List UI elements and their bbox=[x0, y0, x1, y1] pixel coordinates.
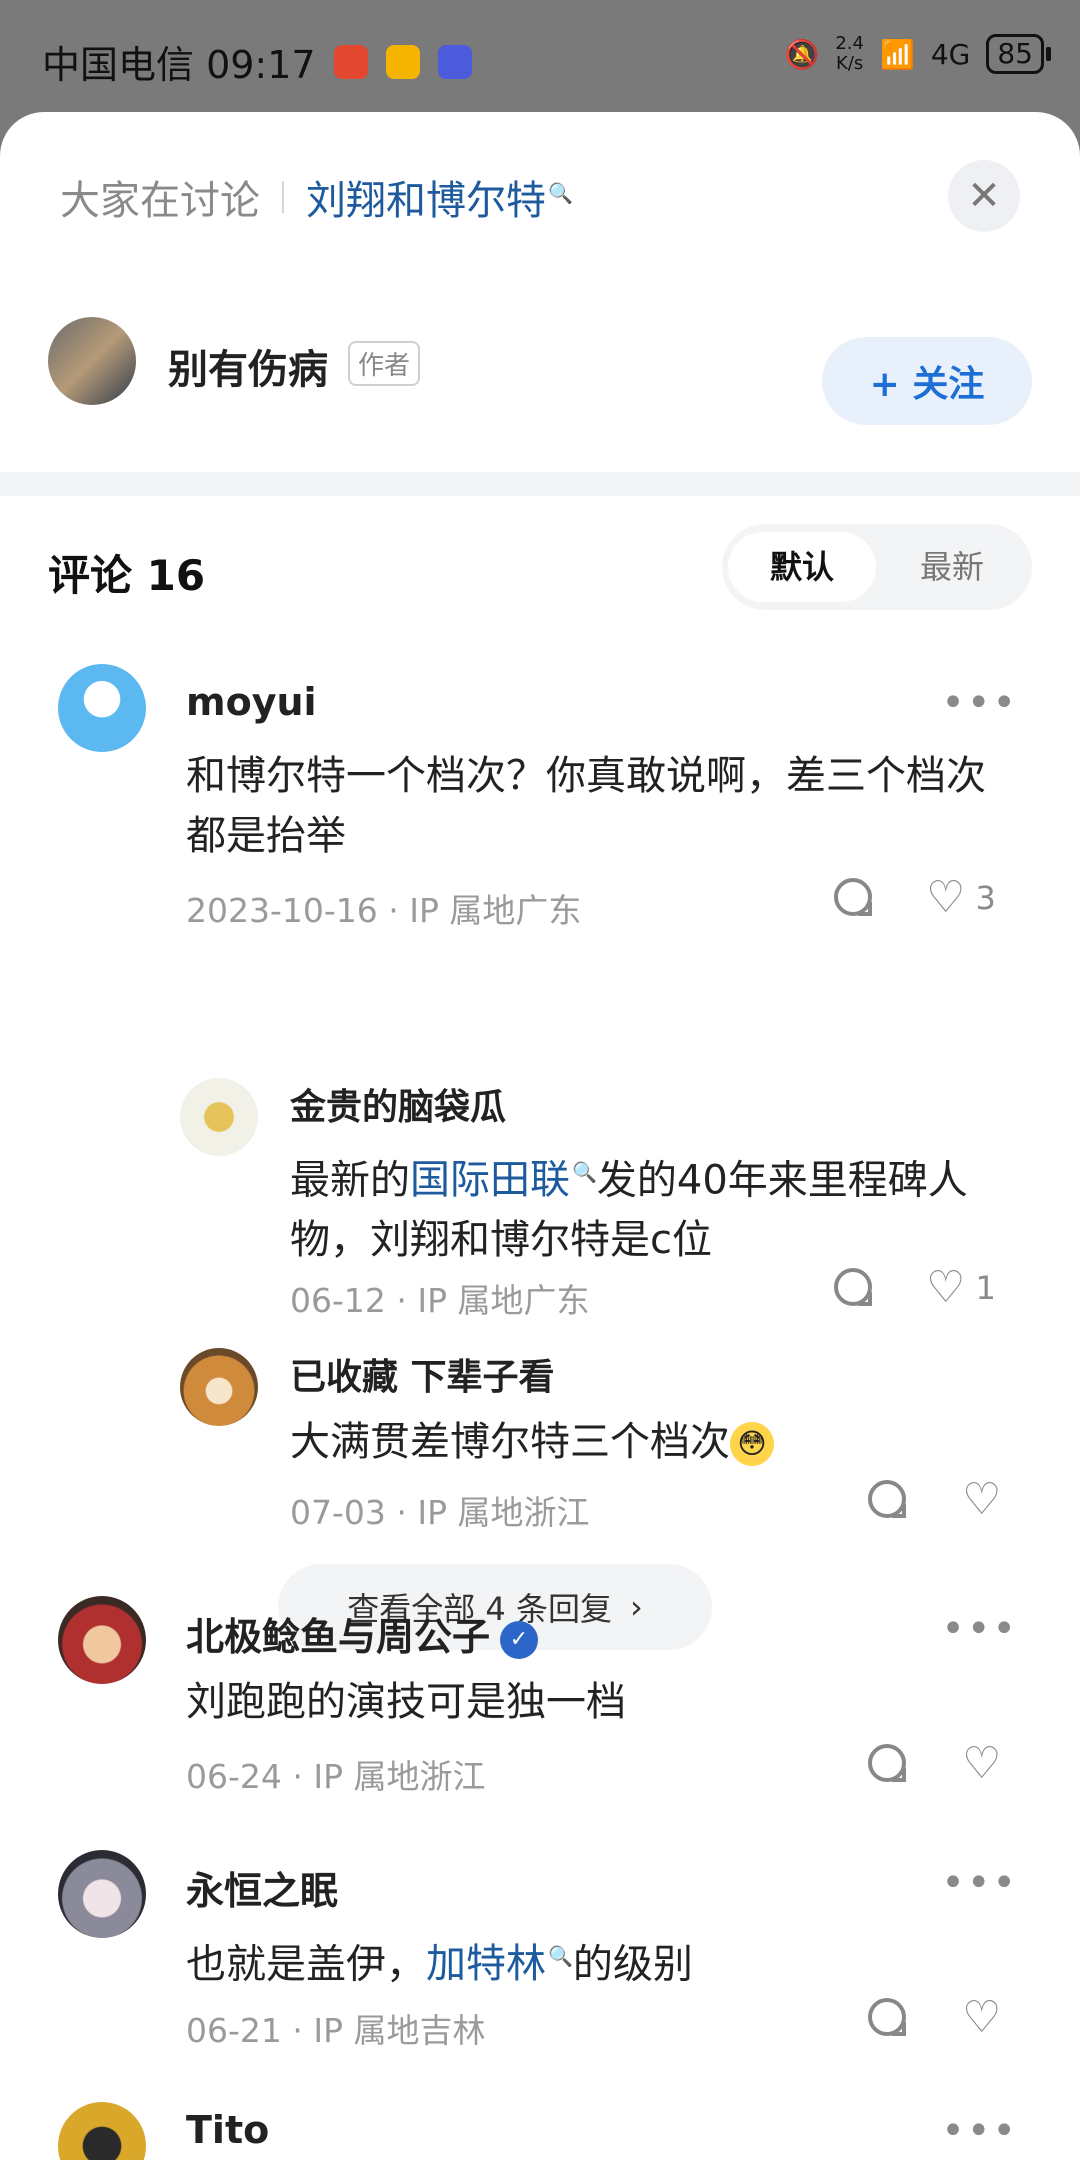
comments-count: 评论 16 bbox=[48, 551, 206, 600]
comment-bubble-icon bbox=[868, 1998, 906, 2036]
comments-sheet: 大家在讨论 刘翔和博尔特 🔍 ✕ 别有伤病 作者 + 关注 评论 16 默认 最新… bbox=[0, 112, 1080, 2160]
sort-latest-tab[interactable]: 最新 bbox=[878, 532, 1026, 602]
commenter-name[interactable]: 北极鲶鱼与周公子 ✓ bbox=[186, 1606, 539, 1661]
topic-link[interactable]: 加特林 🔍 bbox=[426, 1941, 573, 1987]
comment-text: 也就是盖伊，加特林 🔍的级别 bbox=[186, 1941, 693, 1988]
like-count: 3 bbox=[975, 879, 996, 917]
comment-text: 刘跑跑的演技可是独一档 bbox=[186, 1679, 626, 1725]
search-icon: 🔍 bbox=[548, 180, 573, 205]
author-avatar[interactable] bbox=[48, 317, 136, 405]
battery: 85 bbox=[986, 34, 1051, 74]
comment-text: 和博尔特一个档次？你真敢说啊，差三个档次都是抬举 bbox=[186, 753, 986, 859]
search-icon: 🔍 bbox=[548, 1944, 573, 1968]
reply-meta: 06-12 · IP 属地广东 bbox=[290, 1281, 590, 1320]
comment-meta: 2023-10-16 · IP 属地广东 bbox=[186, 891, 582, 930]
author-badge: 作者 bbox=[348, 341, 421, 386]
status-right: 🔕 2.4 K/s 📶 4G 85 bbox=[784, 33, 1051, 74]
reply-button[interactable] bbox=[868, 1744, 906, 1782]
notification-app-icon bbox=[333, 44, 368, 79]
like-button[interactable]: ♡ 1 bbox=[926, 1266, 996, 1310]
comment-meta: 06-24 · IP 属地浙江 bbox=[186, 1757, 486, 1796]
emoji-icon: 😳 bbox=[730, 1422, 774, 1466]
close-icon: ✕ bbox=[967, 173, 1001, 219]
replier-avatar[interactable] bbox=[180, 1078, 258, 1156]
sort-toggle: 默认 最新 bbox=[722, 524, 1032, 610]
reply-button[interactable] bbox=[834, 878, 872, 916]
like-button[interactable]: ♡ bbox=[962, 1996, 1001, 2040]
sort-default-tab[interactable]: 默认 bbox=[728, 532, 876, 602]
more-icon[interactable]: ••• bbox=[941, 1860, 1018, 1906]
comment-bubble-icon bbox=[834, 1268, 872, 1306]
topic-prefix: 大家在讨论 bbox=[60, 178, 260, 224]
search-icon: 🔍 bbox=[572, 1160, 597, 1184]
more-icon[interactable]: ••• bbox=[941, 680, 1018, 726]
topic-separator bbox=[282, 181, 284, 213]
replier-name[interactable]: 已收藏 下辈子看 bbox=[290, 1348, 555, 1400]
follow-button[interactable]: + 关注 bbox=[822, 337, 1032, 425]
commenter-name[interactable]: 永恒之眠 bbox=[186, 1860, 338, 1915]
status-left: 中国电信 09:17 bbox=[42, 34, 472, 89]
verified-icon: ✓ bbox=[500, 1620, 539, 1659]
commenter-avatar[interactable] bbox=[58, 1850, 146, 1938]
status-bar: 中国电信 09:17 🔕 2.4 K/s 📶 4G 85 bbox=[0, 0, 1080, 112]
like-button[interactable]: ♡ bbox=[962, 1742, 1001, 1786]
author-row: 别有伤病 作者 + 关注 bbox=[48, 317, 1032, 425]
comment-item: 北极鲶鱼与周公子 ✓ ••• 刘跑跑的演技可是独一档 06-24 · IP 属地浙… bbox=[0, 1596, 1080, 1796]
heart-icon: ♡ bbox=[962, 1474, 1002, 1525]
wifi-icon: 📶 bbox=[879, 37, 915, 71]
commenter-name[interactable]: moyui bbox=[186, 680, 317, 724]
close-button[interactable]: ✕ bbox=[948, 160, 1020, 232]
network-type: 4G bbox=[930, 37, 971, 71]
topic-link[interactable]: 刘翔和博尔特 🔍 bbox=[306, 168, 573, 226]
section-divider bbox=[0, 472, 1080, 496]
comment-bubble-icon bbox=[868, 1744, 906, 1782]
comment-bubble-icon bbox=[868, 1480, 906, 1518]
network-speed: 2.4 K/s bbox=[835, 33, 864, 74]
author-name[interactable]: 别有伤病 bbox=[168, 337, 328, 395]
weibo-icon bbox=[385, 44, 420, 79]
topic-link[interactable]: 国际田联 🔍 bbox=[410, 1157, 597, 1203]
replier-avatar[interactable] bbox=[180, 1348, 258, 1426]
reply-button[interactable] bbox=[868, 1998, 906, 2036]
reply-button[interactable] bbox=[834, 1268, 872, 1306]
reply-text: 大满贯差博尔特三个档次 😳 bbox=[290, 1412, 1010, 1472]
comment-meta: 06-21 · IP 属地吉林 bbox=[186, 2011, 486, 2050]
heart-icon: ♡ bbox=[962, 1992, 1002, 2043]
replier-name[interactable]: 金贵的脑袋瓜 bbox=[290, 1078, 506, 1130]
comment-item: 永恒之眠 ••• 也就是盖伊，加特林 🔍的级别 06-21 · IP 属地吉林 ♡ bbox=[0, 1850, 1080, 2050]
commenter-avatar[interactable] bbox=[58, 664, 146, 752]
carrier-time: 中国电信 09:17 bbox=[42, 43, 316, 87]
commenter-name[interactable]: Tito bbox=[186, 2108, 269, 2152]
like-button[interactable]: ♡ bbox=[962, 1478, 1001, 1522]
comment-bubble-icon bbox=[834, 878, 872, 916]
heart-icon: ♡ bbox=[926, 1262, 966, 1313]
comment-item: moyui ••• 和博尔特一个档次？你真敢说啊，差三个档次都是抬举 2023-… bbox=[0, 664, 1080, 1650]
like-button[interactable]: ♡ 3 bbox=[926, 876, 996, 920]
commenter-avatar[interactable] bbox=[58, 2102, 146, 2160]
reply-meta: 07-03 · IP 属地浙江 bbox=[290, 1493, 590, 1532]
mute-icon: 🔕 bbox=[784, 37, 820, 71]
heart-icon: ♡ bbox=[962, 1738, 1002, 1789]
reply-text: 最新的国际田联 🔍发的40年来里程碑人物，刘翔和博尔特是c位 bbox=[290, 1157, 968, 1264]
like-count: 1 bbox=[975, 1269, 996, 1307]
more-icon[interactable]: ••• bbox=[941, 1606, 1018, 1652]
more-icon[interactable]: ••• bbox=[941, 2108, 1018, 2154]
comment-item: Tito ••• bbox=[0, 2102, 1080, 2160]
tieba-icon bbox=[437, 44, 472, 79]
reply-button[interactable] bbox=[868, 1480, 906, 1518]
commenter-avatar[interactable] bbox=[58, 1596, 146, 1684]
topic-bar: 大家在讨论 刘翔和博尔特 🔍 bbox=[60, 168, 573, 226]
heart-icon: ♡ bbox=[926, 872, 966, 923]
